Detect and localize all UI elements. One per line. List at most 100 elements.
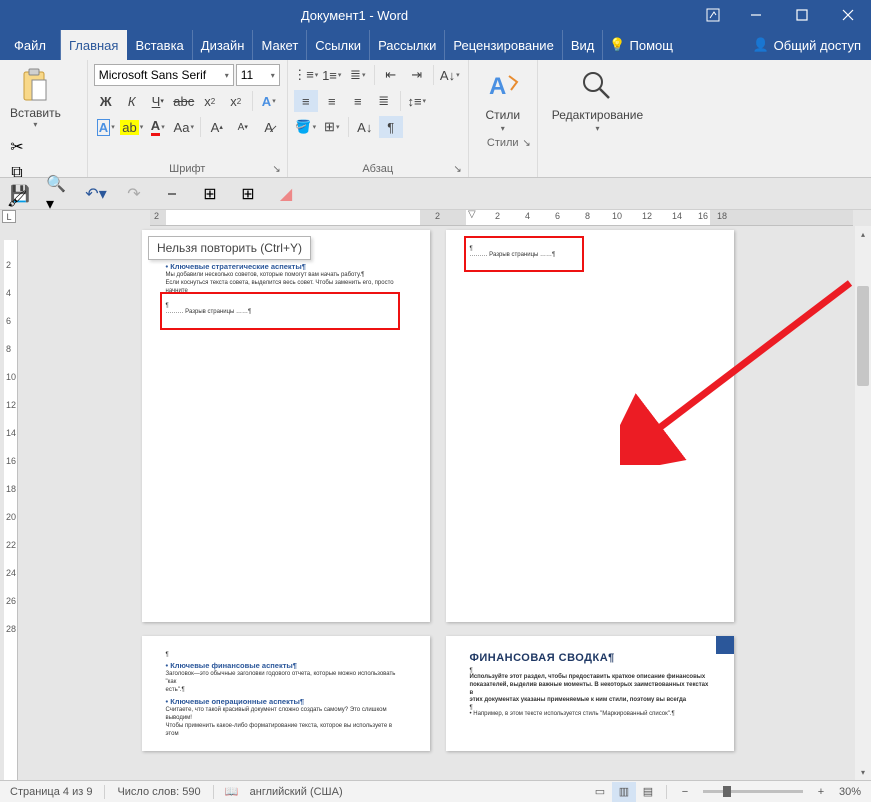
grow-font-button[interactable]: A▴ xyxy=(205,116,229,138)
tab-layout[interactable]: Макет xyxy=(253,30,307,60)
format-painter-button[interactable]: 🖌 xyxy=(6,189,28,209)
scrollbar-thumb[interactable] xyxy=(857,286,869,386)
tab-design[interactable]: Дизайн xyxy=(193,30,254,60)
scroll-down-icon[interactable]: ▾ xyxy=(855,764,871,780)
ribbon: Вставить ▾ ✂ ⧉ 🖌 Буфер обмена↘ Microsoft… xyxy=(0,60,871,178)
qat-btn-5[interactable]: ⎯ xyxy=(160,182,184,206)
tab-review[interactable]: Рецензирование xyxy=(445,30,562,60)
tab-file[interactable]: Файл xyxy=(0,30,61,60)
page-4[interactable]: ФИНАНСОВАЯ СВОДКА¶ ¶ Используйте этот ра… xyxy=(446,636,734,751)
page-1[interactable]: НАШИМ АКЦИОНЕРАМ¶ • Ключевые стратегичес… xyxy=(142,230,430,622)
page-3[interactable]: ¶ • Ключевые финансовые аспекты¶ Заголов… xyxy=(142,636,430,751)
vertical-scrollbar[interactable]: ▴ ▾ xyxy=(855,226,871,780)
qat-btn-8[interactable]: ◢ xyxy=(274,182,298,206)
paragraph-launcher[interactable]: ↘ xyxy=(453,164,461,175)
borders-button[interactable]: ⊞ xyxy=(320,116,344,138)
scroll-up-icon[interactable]: ▴ xyxy=(855,226,871,242)
vruler-tick: 6 xyxy=(6,316,11,326)
zoom-slider-knob[interactable] xyxy=(723,786,731,797)
page-2[interactable]: ¶ ……… Разрыв страницы ……¶ xyxy=(446,230,734,622)
doc-text: этих документах указаны применяемые к ни… xyxy=(470,697,710,705)
align-center-button[interactable]: ≡ xyxy=(320,90,344,112)
decrease-indent-button[interactable]: ⇤ xyxy=(379,64,403,86)
underline-button[interactable]: Ч▾ xyxy=(146,90,170,112)
numbering-button[interactable]: 1≡ xyxy=(320,64,344,86)
vruler-tick: 26 xyxy=(6,596,16,606)
qat-btn-6[interactable]: ⊞ xyxy=(198,182,222,206)
status-page[interactable]: Страница 4 из 9 xyxy=(4,786,98,798)
qat-btn-7[interactable]: ⊞ xyxy=(236,182,260,206)
strikethrough-button[interactable]: abc xyxy=(172,90,196,112)
text-outline-color-button[interactable]: A xyxy=(94,116,118,138)
share-button[interactable]: 👤 Общий доступ xyxy=(742,30,871,60)
doc-text: Заголовок—это обычные заголовки годового… xyxy=(166,671,406,687)
undo-button[interactable]: ↶▾ xyxy=(84,182,108,206)
bold-button[interactable]: Ж xyxy=(94,90,118,112)
status-word-count[interactable]: Число слов: 590 xyxy=(111,786,206,798)
tab-selector[interactable]: L xyxy=(2,210,16,223)
italic-button[interactable]: К xyxy=(120,90,144,112)
group-editing: Редактирование ▾ xyxy=(538,60,657,177)
minimize-button[interactable] xyxy=(733,0,779,30)
print-layout-button[interactable]: ▥ xyxy=(612,782,636,802)
zoom-out-button[interactable]: − xyxy=(673,782,697,802)
tab-mailings[interactable]: Рассылки xyxy=(370,30,445,60)
highlight-button[interactable]: ab xyxy=(120,116,144,138)
align-right-button[interactable]: ≡ xyxy=(346,90,370,112)
redo-button[interactable]: ↷ xyxy=(122,182,146,206)
styles-button[interactable]: A Стили ▾ xyxy=(475,64,531,135)
multilevel-list-button[interactable]: ≣ xyxy=(346,64,370,86)
clipboard-icon xyxy=(18,66,52,106)
page-decoration xyxy=(716,636,734,654)
sort-button[interactable]: A↓ xyxy=(438,64,462,86)
shrink-font-button[interactable]: A▾ xyxy=(231,116,255,138)
editing-button[interactable]: Редактирование ▾ xyxy=(544,64,651,135)
cut-button[interactable]: ✂ xyxy=(6,137,28,157)
line-spacing-button[interactable]: ↕≡ xyxy=(405,90,429,112)
align-left-button[interactable]: ≡ xyxy=(294,90,318,112)
status-language[interactable]: английский (США) xyxy=(244,786,349,798)
web-layout-button[interactable]: ▤ xyxy=(636,782,660,802)
font-launcher[interactable]: ↘ xyxy=(272,164,280,175)
vertical-ruler[interactable]: 2 4 6 8 10 12 14 16 18 20 22 24 26 28 xyxy=(4,240,18,780)
maximize-button[interactable] xyxy=(779,0,825,30)
read-mode-button[interactable]: ▭ xyxy=(588,782,612,802)
paste-button[interactable]: Вставить ▾ xyxy=(6,64,65,131)
font-size-combo[interactable]: 11▾ xyxy=(236,64,280,86)
brush-icon: 🖌 xyxy=(7,189,27,209)
subscript-button[interactable]: x2 xyxy=(198,90,222,112)
tell-me[interactable]: 💡 Помощ xyxy=(603,30,679,60)
tab-insert[interactable]: Вставка xyxy=(127,30,192,60)
document-canvas[interactable]: НАШИМ АКЦИОНЕРАМ¶ • Ключевые стратегичес… xyxy=(20,226,855,780)
bullets-button[interactable]: ⋮≡ xyxy=(294,64,318,86)
spellcheck-button[interactable]: 📖 xyxy=(220,782,244,802)
font-name-value: Microsoft Sans Serif xyxy=(99,68,206,82)
horizontal-ruler[interactable]: 2 2 ▽ 2 4 6 8 10 12 14 16 18 xyxy=(150,210,853,226)
show-marks-button[interactable]: ¶ xyxy=(379,116,403,138)
tab-references[interactable]: Ссылки xyxy=(307,30,370,60)
superscript-button[interactable]: x2 xyxy=(224,90,248,112)
tab-home[interactable]: Главная xyxy=(61,30,127,60)
close-button[interactable] xyxy=(825,0,871,30)
doc-subheading: • Ключевые стратегические аспекты¶ xyxy=(166,262,406,271)
copy-button[interactable]: ⧉ xyxy=(6,163,28,183)
zoom-level[interactable]: 30% xyxy=(833,786,867,798)
indent-marker-icon[interactable]: ▽ xyxy=(468,210,476,220)
scissors-icon: ✂ xyxy=(10,137,23,157)
tab-view[interactable]: Вид xyxy=(563,30,604,60)
font-color-button[interactable]: A xyxy=(146,116,170,138)
clear-formatting-button[interactable]: A̷ xyxy=(257,116,281,138)
zoom-in-button[interactable]: + xyxy=(809,782,833,802)
sort-az-button[interactable]: A↓ xyxy=(353,116,377,138)
zoom-slider[interactable] xyxy=(703,790,803,793)
increase-indent-button[interactable]: ⇥ xyxy=(405,64,429,86)
text-effects-button[interactable]: A xyxy=(257,90,281,112)
styles-launcher[interactable]: ↘ xyxy=(522,138,530,149)
justify-button[interactable]: ≣ xyxy=(372,90,396,112)
shading-button[interactable]: 🪣 xyxy=(294,116,318,138)
change-case-button[interactable]: Aa xyxy=(172,116,196,138)
font-name-combo[interactable]: Microsoft Sans Serif▾ xyxy=(94,64,234,86)
hruler-tick: 10 xyxy=(612,211,622,221)
vruler-tick: 12 xyxy=(6,400,16,410)
ribbon-display-options[interactable] xyxy=(693,0,733,30)
